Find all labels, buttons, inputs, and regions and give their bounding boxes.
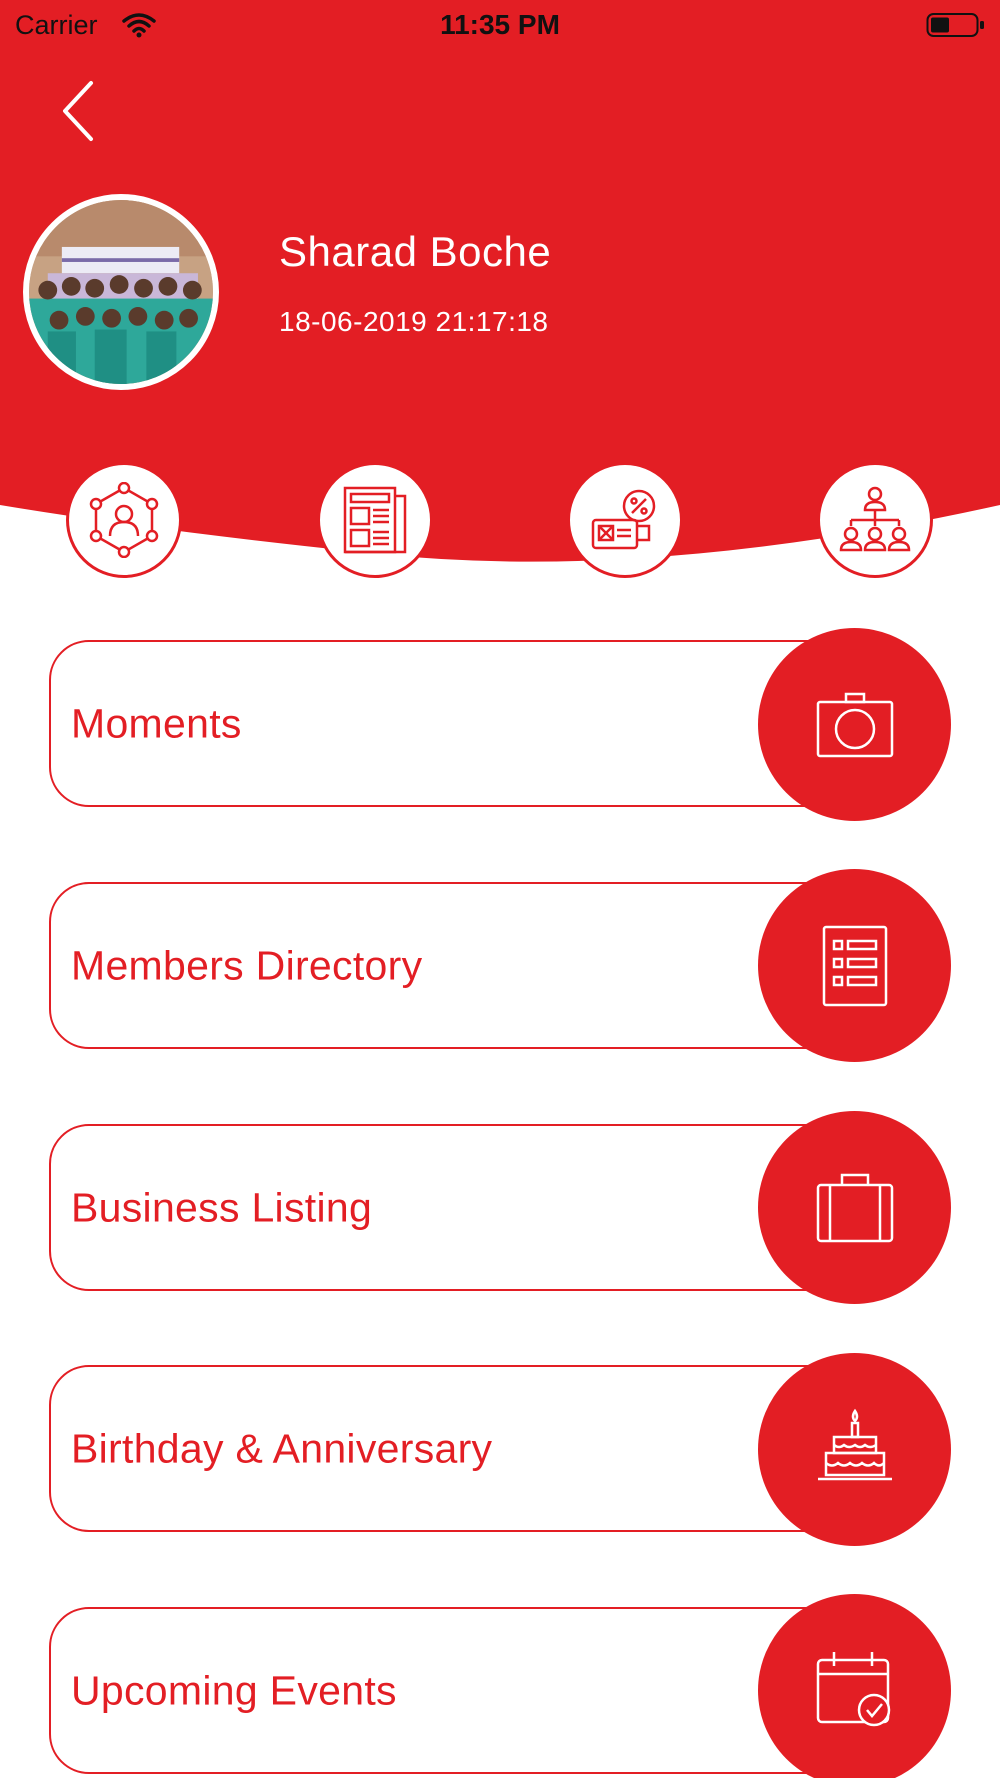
newspaper-button[interactable] bbox=[317, 462, 433, 578]
network-people-icon bbox=[89, 482, 159, 558]
offers-discount-icon bbox=[591, 489, 656, 550]
profile-timestamp: 18-06-2019 21:17:18 bbox=[279, 306, 549, 337]
newspaper-icon bbox=[343, 486, 407, 554]
profile-avatar[interactable] bbox=[23, 194, 219, 390]
briefcase-icon bbox=[816, 1173, 893, 1242]
organization-chart-icon bbox=[839, 486, 911, 552]
members-directory-icon-button[interactable] bbox=[758, 869, 951, 1062]
business-listing-icon-button[interactable] bbox=[758, 1111, 951, 1304]
back-button[interactable] bbox=[55, 78, 105, 144]
menu-item-label: Members Directory bbox=[71, 942, 423, 988]
upcoming-events-icon-button[interactable] bbox=[758, 1594, 951, 1778]
directory-list-icon bbox=[822, 925, 887, 1006]
offers-button[interactable] bbox=[567, 462, 683, 578]
network-people-button[interactable] bbox=[66, 462, 182, 578]
birthday-anniversary-icon-button[interactable] bbox=[758, 1353, 951, 1546]
battery-icon bbox=[926, 13, 984, 37]
group-photo bbox=[29, 200, 213, 384]
camera-icon bbox=[816, 692, 893, 757]
menu-item-label: Moments bbox=[71, 700, 242, 746]
moments-icon-button[interactable] bbox=[758, 628, 951, 821]
organization-chart-button[interactable] bbox=[817, 462, 933, 578]
status-bar: Carrier 11:35 PM bbox=[0, 0, 1000, 50]
menu-item-label: Upcoming Events bbox=[71, 1667, 397, 1713]
menu-item-label: Birthday & Anniversary bbox=[71, 1425, 493, 1471]
calendar-check-icon bbox=[816, 1651, 890, 1726]
menu-item-label: Business Listing bbox=[71, 1184, 373, 1230]
clock: 11:35 PM bbox=[440, 9, 560, 40]
birthday-cake-icon bbox=[817, 1408, 892, 1480]
profile-name: Sharad Boche bbox=[279, 228, 552, 275]
